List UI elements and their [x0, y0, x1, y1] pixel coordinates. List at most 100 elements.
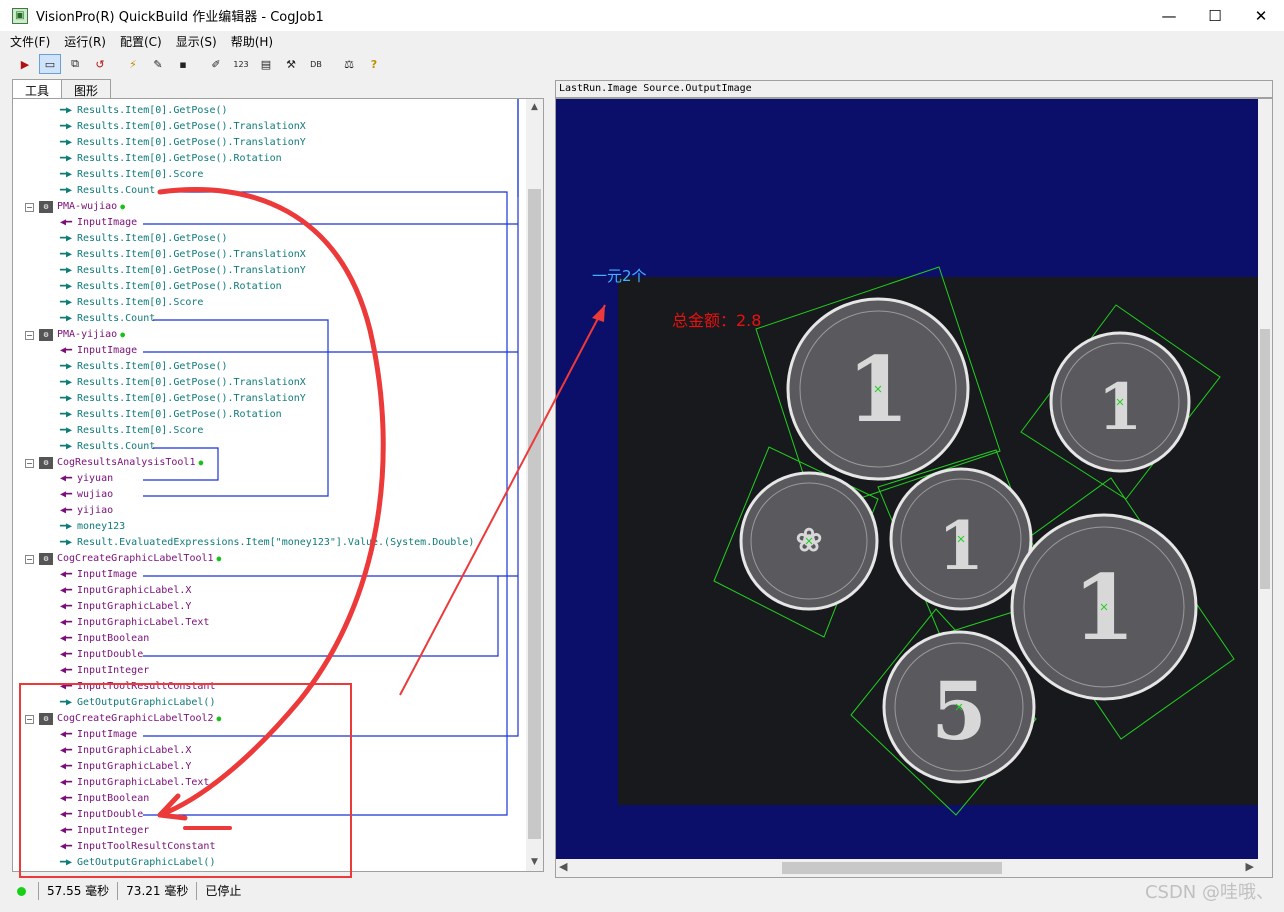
scroll-thumb[interactable] — [1260, 329, 1270, 589]
image-vscrollbar[interactable] — [1258, 99, 1272, 859]
menu-view[interactable]: 显示(S) — [176, 33, 217, 50]
database-icon[interactable]: DB — [305, 54, 327, 74]
output-terminal[interactable]: ━▶ Results.Count — [57, 183, 155, 199]
svg-text:1: 1 — [938, 507, 984, 585]
output-terminal[interactable]: ━▶ Results.Item[0].GetPose().TranslationY — [57, 135, 306, 151]
collapse-toggle-icon[interactable]: − — [25, 715, 34, 724]
menu-file[interactable]: 文件(F) — [10, 33, 50, 50]
input-terminal[interactable]: ◀━ yiyuan — [57, 471, 113, 487]
edit-icon[interactable]: ✐ — [205, 54, 227, 74]
output-terminal[interactable]: ━▶ GetOutputGraphicLabel() — [57, 695, 216, 711]
terminal-label: GetOutputGraphicLabel() — [77, 697, 216, 708]
status-dot-icon: ● — [216, 554, 222, 563]
menu-run[interactable]: 运行(R) — [64, 33, 106, 50]
input-terminal[interactable]: ◀━ InputGraphicLabel.X — [57, 583, 191, 599]
output-terminal[interactable]: ━▶ Results.Item[0].GetPose().Rotation — [57, 407, 282, 423]
output-terminal[interactable]: ━▶ Results.Item[0].Score — [57, 423, 203, 439]
output-terminal[interactable]: ━▶ Results.Item[0].GetPose().TranslationX — [57, 247, 306, 263]
reset-icon[interactable]: ↺ — [89, 54, 111, 74]
input-terminal[interactable]: ◀━ InputToolResultConstant — [57, 839, 216, 855]
output-terminal[interactable]: ━▶ Results.Item[0].GetPose().Rotation — [57, 279, 282, 295]
menu-help[interactable]: 帮助(H) — [231, 33, 273, 50]
tab-graphics[interactable]: 图形 — [61, 79, 112, 99]
output-terminal[interactable]: ━▶ Results.Item[0].GetPose().TranslationX — [57, 119, 306, 135]
output-terminal[interactable]: ━▶ Results.Item[0].Score — [57, 295, 203, 311]
input-arrow-icon: ◀━ — [59, 505, 73, 516]
input-terminal[interactable]: ◀━ InputGraphicLabel.Text — [57, 775, 209, 791]
tools-icon[interactable]: ⚒ — [280, 54, 302, 74]
run-icon[interactable]: ▶ — [14, 54, 36, 74]
input-terminal[interactable]: ◀━ InputImage — [57, 215, 137, 231]
input-terminal[interactable]: ◀━ InputInteger — [57, 663, 149, 679]
input-terminal[interactable]: ◀━ InputBoolean — [57, 631, 149, 647]
status-time-2: 73.21 毫秒 — [117, 882, 196, 900]
pen-icon[interactable]: ✎ — [147, 54, 169, 74]
numbers-icon[interactable]: 123 — [230, 54, 252, 74]
output-terminal[interactable]: ━▶ Result.EvaluatedExpressions.Item["mone… — [57, 535, 474, 551]
scale-icon[interactable]: ⚖ — [338, 54, 360, 74]
output-terminal[interactable]: ━▶ Results.Count — [57, 439, 155, 455]
output-terminal[interactable]: ━▶ Results.Count — [57, 311, 155, 327]
input-terminal[interactable]: ◀━ InputImage — [57, 567, 137, 583]
input-arrow-icon: ◀━ — [59, 809, 73, 820]
input-terminal[interactable]: ◀━ InputGraphicLabel.Y — [57, 599, 191, 615]
output-terminal[interactable]: ━▶ GetOutputGraphicLabel() — [57, 855, 216, 871]
copy-icon[interactable]: ⧉ — [64, 54, 86, 74]
menu-config[interactable]: 配置(C) — [120, 33, 162, 50]
tree-scrollbar[interactable]: ▲ ▼ — [526, 99, 543, 871]
scroll-left-icon[interactable]: ◀ — [559, 860, 567, 873]
collapse-toggle-icon[interactable]: − — [25, 459, 34, 468]
plug-icon[interactable]: ▪ — [172, 54, 194, 74]
close-button[interactable]: ✕ — [1238, 0, 1284, 31]
tool-node[interactable]: ⚙ CogCreateGraphicLabelTool1 ● — [39, 551, 221, 567]
tool-node[interactable]: ⚙ CogResultsAnalysisTool1 ● — [39, 455, 203, 471]
scroll-thumb[interactable] — [528, 189, 541, 839]
image-display[interactable]: 1 1 1 1 5 ❀ 一元2个 总金额：2.8 ◀ ▶ — [555, 98, 1273, 878]
output-arrow-icon: ━▶ — [59, 169, 73, 180]
input-terminal[interactable]: ◀━ InputImage — [57, 343, 137, 359]
input-terminal[interactable]: ◀━ InputImage — [57, 727, 137, 743]
output-terminal[interactable]: ━▶ money123 — [57, 519, 125, 535]
output-terminal[interactable]: ━▶ Results.Item[0].GetPose() — [57, 231, 228, 247]
continuous-run-icon[interactable]: ▭ — [39, 54, 61, 74]
input-terminal[interactable]: ◀━ InputDouble — [57, 807, 143, 823]
input-terminal[interactable]: ◀━ InputBoolean — [57, 791, 149, 807]
svg-text:1: 1 — [847, 337, 910, 443]
collapse-toggle-icon[interactable]: − — [25, 203, 34, 212]
input-arrow-icon: ◀━ — [59, 473, 73, 484]
tool-node[interactable]: ⚙ PMA-yijiao ● — [39, 327, 125, 343]
output-terminal[interactable]: ━▶ Results.Item[0].GetPose().TranslationY — [57, 391, 306, 407]
image-hscrollbar[interactable]: ◀ ▶ — [556, 859, 1272, 877]
tab-tools[interactable]: 工具 — [12, 79, 63, 99]
collapse-toggle-icon[interactable]: − — [25, 555, 34, 564]
lightning-icon[interactable]: ⚡ — [122, 54, 144, 74]
input-terminal[interactable]: ◀━ InputToolResultConstant — [57, 679, 216, 695]
status-dot-icon: ● — [120, 330, 126, 339]
scroll-thumb[interactable] — [782, 862, 1002, 874]
help-icon[interactable]: ? — [363, 54, 385, 74]
scroll-up-icon[interactable]: ▲ — [526, 99, 543, 116]
input-terminal[interactable]: ◀━ InputInteger — [57, 823, 149, 839]
input-terminal[interactable]: ◀━ yijiao — [57, 503, 113, 519]
output-arrow-icon: ━▶ — [59, 393, 73, 404]
output-terminal[interactable]: ━▶ Results.Item[0].GetPose().TranslationY — [57, 263, 306, 279]
scroll-down-icon[interactable]: ▼ — [526, 854, 543, 871]
tool-node[interactable]: ⚙ PMA-wujiao ● — [39, 199, 125, 215]
input-arrow-icon: ◀━ — [59, 825, 73, 836]
list-icon[interactable]: ▤ — [255, 54, 277, 74]
output-terminal[interactable]: ━▶ Results.Item[0].GetPose() — [57, 359, 228, 375]
scroll-right-icon[interactable]: ▶ — [1246, 860, 1254, 873]
output-terminal[interactable]: ━▶ Results.Item[0].GetPose().Rotation — [57, 151, 282, 167]
minimize-button[interactable]: — — [1146, 0, 1192, 31]
input-terminal[interactable]: ◀━ InputDouble — [57, 647, 143, 663]
output-terminal[interactable]: ━▶ Results.Item[0].GetPose().TranslationX — [57, 375, 306, 391]
tool-node[interactable]: ⚙ CogCreateGraphicLabelTool2 ● — [39, 711, 221, 727]
input-terminal[interactable]: ◀━ InputGraphicLabel.X — [57, 743, 191, 759]
maximize-button[interactable]: ☐ — [1192, 0, 1238, 31]
input-terminal[interactable]: ◀━ wujiao — [57, 487, 113, 503]
input-terminal[interactable]: ◀━ InputGraphicLabel.Y — [57, 759, 191, 775]
output-terminal[interactable]: ━▶ Results.Item[0].GetPose() — [57, 103, 228, 119]
input-terminal[interactable]: ◀━ InputGraphicLabel.Text — [57, 615, 209, 631]
output-terminal[interactable]: ━▶ Results.Item[0].Score — [57, 167, 203, 183]
collapse-toggle-icon[interactable]: − — [25, 331, 34, 340]
